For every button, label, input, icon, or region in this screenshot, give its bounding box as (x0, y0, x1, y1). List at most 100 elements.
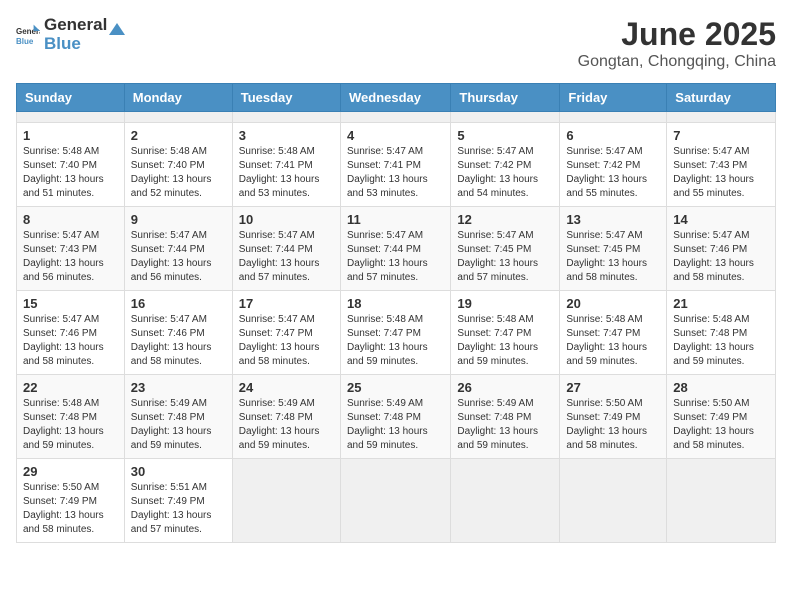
day-cell: 9 Sunrise: 5:47 AMSunset: 7:44 PMDaylight… (124, 207, 232, 291)
day-number: 5 (457, 128, 553, 143)
day-info: Sunrise: 5:49 AMSunset: 7:48 PMDaylight:… (239, 397, 334, 453)
day-cell: 10 Sunrise: 5:47 AMSunset: 7:44 PMDayligh… (232, 207, 340, 291)
logo-arrow-icon (107, 21, 127, 41)
day-number: 15 (23, 296, 118, 311)
day-number: 29 (23, 464, 118, 479)
day-cell: 15Sunrise: 5:47 AMSunset: 7:46 PMDayligh… (17, 291, 125, 375)
day-number: 8 (23, 212, 118, 227)
day-info: Sunrise: 5:50 AMSunset: 7:49 PMDaylight:… (23, 481, 118, 537)
day-info: Sunrise: 5:47 AMSunset: 7:46 PMDaylight:… (673, 229, 769, 285)
day-info: Sunrise: 5:47 AMSunset: 7:44 PMDaylight:… (347, 229, 444, 285)
day-cell (340, 112, 450, 123)
day-info: Sunrise: 5:48 AMSunset: 7:47 PMDaylight:… (347, 313, 444, 369)
day-number: 9 (131, 212, 226, 227)
logo-general: General (44, 16, 107, 35)
day-info: Sunrise: 5:47 AMSunset: 7:46 PMDaylight:… (131, 313, 226, 369)
day-cell: 29 Sunrise: 5:50 AMSunset: 7:49 PMDayligh… (17, 459, 125, 543)
week-row-3: 15 Sunrise: 5:47 AMSunset: 7:46 PMDayligh… (17, 291, 776, 375)
day-info: Sunrise: 5:50 AMSunset: 7:49 PMDaylight:… (566, 397, 660, 453)
week-row-4: 22Sunrise: 5:48 AMSunset: 7:48 PMDayligh… (17, 375, 776, 459)
header: General Blue General Blue June 2025 Gong… (16, 16, 776, 71)
day-cell: 25 Sunrise: 5:49 AMSunset: 7:48 PMDayligh… (340, 375, 450, 459)
day-info: Sunrise: 5:47 AMSunset: 7:44 PMDaylight:… (239, 229, 334, 285)
day-number: 14 (673, 212, 769, 227)
header-row: SundayMondayTuesdayWednesdayThursdayFrid… (17, 84, 776, 112)
day-info: Sunrise: 5:47 AMSunset: 7:45 PMDaylight:… (457, 229, 553, 285)
day-info: Sunrise: 5:51 AMSunset: 7:49 PMDaylight:… (131, 481, 226, 537)
day-info: Sunrise: 5:47 AMSunset: 7:41 PMDaylight:… (347, 145, 444, 201)
day-cell: 24 Sunrise: 5:49 AMSunset: 7:48 PMDayligh… (232, 375, 340, 459)
header-cell-friday: Friday (560, 84, 667, 112)
header-cell-wednesday: Wednesday (340, 84, 450, 112)
day-cell (232, 112, 340, 123)
day-info: Sunrise: 5:49 AMSunset: 7:48 PMDaylight:… (131, 397, 226, 453)
month-year-title: June 2025 (578, 16, 776, 53)
day-cell: 27Sunrise: 5:50 AMSunset: 7:49 PMDayligh… (560, 375, 667, 459)
day-number: 3 (239, 128, 334, 143)
title-section: June 2025 Gongtan, Chongqing, China (578, 16, 776, 71)
day-number: 25 (347, 380, 444, 395)
day-number: 18 (347, 296, 444, 311)
day-cell (124, 112, 232, 123)
day-number: 23 (131, 380, 226, 395)
day-cell (340, 459, 450, 543)
calendar-table: SundayMondayTuesdayWednesdayThursdayFrid… (16, 83, 776, 543)
day-cell: 23 Sunrise: 5:49 AMSunset: 7:48 PMDayligh… (124, 375, 232, 459)
day-cell: 3Sunrise: 5:48 AMSunset: 7:41 PMDaylight… (232, 123, 340, 207)
header-cell-tuesday: Tuesday (232, 84, 340, 112)
day-info: Sunrise: 5:47 AMSunset: 7:43 PMDaylight:… (673, 145, 769, 201)
day-number: 10 (239, 212, 334, 227)
day-number: 30 (131, 464, 226, 479)
day-info: Sunrise: 5:48 AMSunset: 7:47 PMDaylight:… (457, 313, 553, 369)
day-number: 26 (457, 380, 553, 395)
day-cell: 12 Sunrise: 5:47 AMSunset: 7:45 PMDayligh… (451, 207, 560, 291)
day-cell (232, 459, 340, 543)
day-number: 24 (239, 380, 334, 395)
day-number: 6 (566, 128, 660, 143)
day-cell: 20Sunrise: 5:48 AMSunset: 7:47 PMDayligh… (560, 291, 667, 375)
day-cell: 11Sunrise: 5:47 AMSunset: 7:44 PMDayligh… (340, 207, 450, 291)
day-number: 21 (673, 296, 769, 311)
day-cell: 16Sunrise: 5:47 AMSunset: 7:46 PMDayligh… (124, 291, 232, 375)
day-cell: 22Sunrise: 5:48 AMSunset: 7:48 PMDayligh… (17, 375, 125, 459)
day-info: Sunrise: 5:47 AMSunset: 7:45 PMDaylight:… (566, 229, 660, 285)
logo-icon: General Blue (16, 23, 40, 47)
week-row-1: 1 Sunrise: 5:48 AMSunset: 7:40 PMDaylight… (17, 123, 776, 207)
day-info: Sunrise: 5:49 AMSunset: 7:48 PMDaylight:… (347, 397, 444, 453)
day-number: 12 (457, 212, 553, 227)
svg-text:Blue: Blue (16, 36, 34, 45)
day-cell (560, 112, 667, 123)
day-cell (17, 112, 125, 123)
day-cell: 4 Sunrise: 5:47 AMSunset: 7:41 PMDaylight… (340, 123, 450, 207)
header-cell-monday: Monday (124, 84, 232, 112)
day-cell: 21 Sunrise: 5:48 AMSunset: 7:48 PMDayligh… (667, 291, 776, 375)
day-info: Sunrise: 5:47 AMSunset: 7:44 PMDaylight:… (131, 229, 226, 285)
header-cell-sunday: Sunday (17, 84, 125, 112)
week-row-2: 8Sunrise: 5:47 AMSunset: 7:43 PMDaylight… (17, 207, 776, 291)
day-cell: 13 Sunrise: 5:47 AMSunset: 7:45 PMDayligh… (560, 207, 667, 291)
day-info: Sunrise: 5:50 AMSunset: 7:49 PMDaylight:… (673, 397, 769, 453)
day-info: Sunrise: 5:48 AMSunset: 7:40 PMDaylight:… (23, 145, 118, 201)
day-cell (451, 112, 560, 123)
day-cell: 17 Sunrise: 5:47 AMSunset: 7:47 PMDayligh… (232, 291, 340, 375)
day-cell: 7 Sunrise: 5:47 AMSunset: 7:43 PMDaylight… (667, 123, 776, 207)
day-number: 4 (347, 128, 444, 143)
location-subtitle: Gongtan, Chongqing, China (578, 53, 776, 71)
logo-blue: Blue (44, 35, 107, 54)
day-cell: 26 Sunrise: 5:49 AMSunset: 7:48 PMDayligh… (451, 375, 560, 459)
day-number: 28 (673, 380, 769, 395)
day-info: Sunrise: 5:47 AMSunset: 7:47 PMDaylight:… (239, 313, 334, 369)
day-cell: 5Sunrise: 5:47 AMSunset: 7:42 PMDaylight… (451, 123, 560, 207)
day-info: Sunrise: 5:49 AMSunset: 7:48 PMDaylight:… (457, 397, 553, 453)
day-cell (667, 459, 776, 543)
day-cell: 18 Sunrise: 5:48 AMSunset: 7:47 PMDayligh… (340, 291, 450, 375)
header-cell-saturday: Saturday (667, 84, 776, 112)
day-number: 7 (673, 128, 769, 143)
day-number: 13 (566, 212, 660, 227)
day-number: 17 (239, 296, 334, 311)
week-row-0 (17, 112, 776, 123)
day-info: Sunrise: 5:48 AMSunset: 7:47 PMDaylight:… (566, 313, 660, 369)
day-number: 1 (23, 128, 118, 143)
header-cell-thursday: Thursday (451, 84, 560, 112)
day-info: Sunrise: 5:48 AMSunset: 7:48 PMDaylight:… (673, 313, 769, 369)
